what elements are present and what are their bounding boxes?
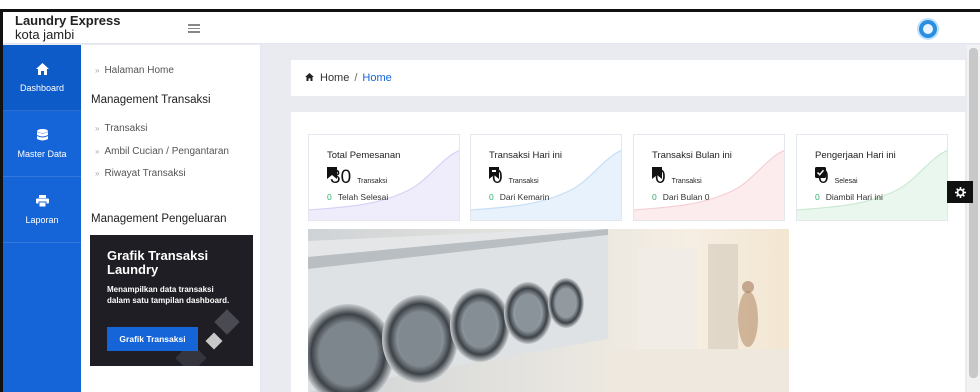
submenu-link-label: Transaksi [104,123,148,134]
home-icon [35,62,49,77]
stat-unit: Selesai [834,178,858,185]
rail-label-dashboard: Dashboard [19,82,65,93]
submenu-heading-pengeluaran: Management Pengeluaran [91,213,227,225]
decor-diamond [205,332,223,350]
database-icon [36,128,48,143]
brand-title: Laundry Express [15,13,121,28]
home-icon [305,73,314,83]
stat-unit: Transaksi [508,178,539,185]
breadcrumb-current: Home [362,72,392,84]
menu-toggle-icon[interactable] [188,24,200,33]
submenu-link-label: Ambil Cucian / Pengantaran [104,146,229,157]
stat-delta: 0 [489,192,494,202]
submenu-heading-transaksi: Management Transaksi [91,94,211,106]
stat-title: Total Pemesanan [327,150,401,161]
rail-item-dashboard[interactable]: Dashboard [3,45,81,111]
stat-card-total-pemesanan: Total Pemesanan 30 Transaksi 0 Telah Sele… [308,134,460,221]
decor-diamond [214,309,240,335]
rail-label-laporan: Laporan [25,214,59,225]
stat-card-transaksi-bulan-ini: Transaksi Bulan ini 0 Transaksi 0Dari Bu… [633,134,785,221]
stat-footnote: Dari Kemarin [499,192,550,202]
brand[interactable]: Laundry Express kota jambi [15,14,121,42]
stat-unit: Transaksi [671,178,702,185]
stat-title: Transaksi Bulan ini [652,150,732,161]
icon-sidebar: Dashboard Master Data Laporan [3,45,81,392]
breadcrumb-home[interactable]: Home [320,72,349,84]
rail-item-master-data[interactable]: Master Data [3,111,81,177]
chevron-right-icon: » [95,147,100,156]
chevron-right-icon: » [95,66,100,75]
stat-footnote: Dari Bulan 0 [662,192,710,202]
submenu-link-label: Halaman Home [104,65,174,76]
settings-gear-icon[interactable] [947,181,973,203]
rail-label-master-data: Master Data [17,148,67,159]
dashboard-content: Total Pemesanan 30 Transaksi 0 Telah Sele… [291,112,965,392]
stat-delta: 0 [815,192,820,202]
stat-footnote: Diambil Hari ini [825,192,883,202]
stat-card-transaksi-hari-ini: Transaksi Hari ini 0 Transaksi 0Dari Kem… [470,134,622,221]
stat-title: Transaksi Hari ini [489,150,563,161]
stat-delta: 0 [327,192,332,202]
stat-footnote: Telah Selesai [337,192,389,202]
top-header: Laundry Express kota jambi [3,12,980,44]
rail-item-laporan[interactable]: Laporan [3,177,81,243]
user-avatar[interactable] [917,18,939,40]
breadcrumb: Home / Home [291,60,965,96]
promo-card: Grafik Transaksi Laundry Menampilkan dat… [90,235,253,366]
breadcrumb-separator: / [354,72,358,84]
stat-delta: 0 [652,192,657,202]
brand-subtitle: kota jambi [15,27,75,42]
submenu-link-ambil-cucian[interactable]: » Ambil Cucian / Pengantaran [95,146,229,157]
stat-unit: Transaksi [357,178,388,185]
chevron-right-icon: » [95,124,100,133]
submenu-link-riwayat[interactable]: » Riwayat Transaksi [95,168,186,179]
chevron-right-icon: » [95,169,100,178]
printer-icon [35,194,49,209]
stat-card-pengerjaan-hari-ini: Pengerjaan Hari ini 0 Selesai 0Diambil H… [796,134,948,221]
submenu-link-home[interactable]: » Halaman Home [95,65,174,76]
promo-title: Grafik Transaksi Laundry [107,248,209,277]
grafik-transaksi-button[interactable]: Grafik Transaksi [107,327,198,351]
scrollbar-thumb[interactable] [969,48,978,378]
submenu-panel: » Halaman Home Management Transaksi » Tran… [81,45,261,392]
laundromat-photo [308,229,789,392]
stat-title: Pengerjaan Hari ini [815,150,896,161]
promo-description: Menampilkan data transaksi dalam satu ta… [107,285,230,305]
submenu-link-label: Riwayat Transaksi [104,168,186,179]
submenu-link-transaksi[interactable]: » Transaksi [95,123,147,134]
